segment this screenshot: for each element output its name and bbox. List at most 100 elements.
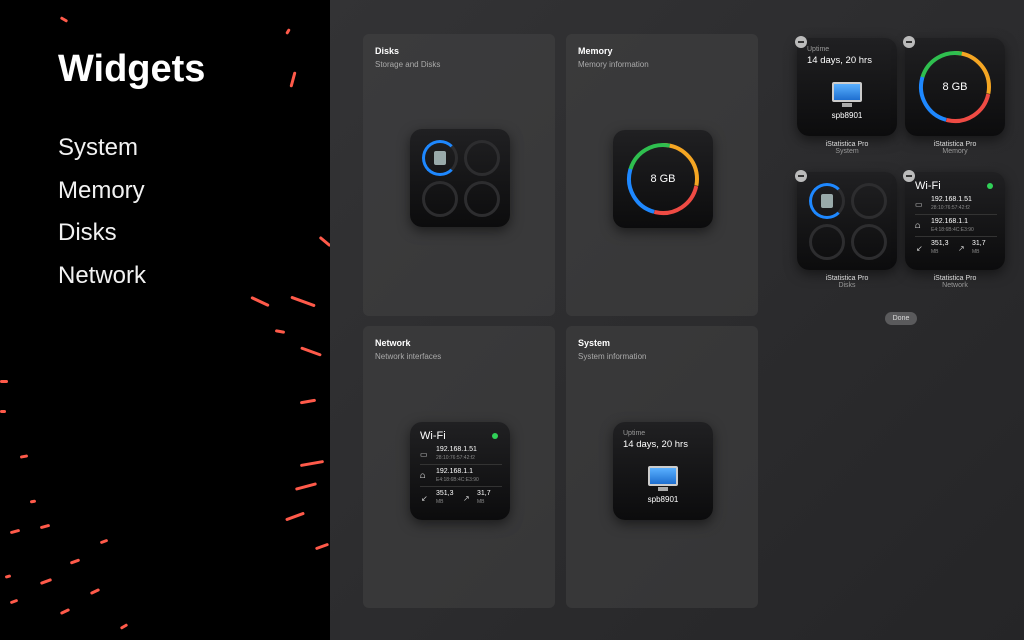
memory-value: 8 GB: [942, 81, 968, 93]
card-subtitle: Storage and Disks: [375, 60, 441, 69]
sidebar-item-network[interactable]: Network: [58, 262, 146, 290]
placed-system-widget[interactable]: Uptime 14 days, 20 hrs spb8901: [797, 38, 897, 136]
imac-icon: [648, 466, 678, 486]
card-title: Network: [375, 338, 411, 348]
wifi-name: Wi-Fi: [915, 180, 941, 192]
decorative-streak: [294, 482, 318, 491]
placed-label: iStatistica Pro Memory: [933, 141, 977, 155]
decorative-streak: [119, 623, 129, 630]
placed-label: iStatistica Pro System: [825, 141, 869, 155]
status-dot-icon: [492, 433, 498, 439]
card-subtitle: Memory information: [578, 60, 649, 69]
sidebar: Widgets System Memory Disks Network: [0, 0, 330, 640]
disks-widget[interactable]: [410, 129, 510, 227]
done-button[interactable]: Done: [885, 312, 917, 325]
upload-value: 31,7: [972, 240, 986, 247]
decorative-streak: [9, 598, 19, 605]
widget-gallery: Disks Storage and Disks Memory Memory in…: [330, 0, 1024, 640]
decorative-streak: [285, 28, 291, 35]
disk-ring-empty: [809, 224, 845, 260]
remove-disks-button[interactable]: [795, 170, 807, 182]
disk-ring-empty: [851, 183, 887, 219]
router-ip: 192.168.1.1: [931, 218, 968, 225]
status-dot-icon: [987, 183, 993, 189]
decorative-streak: [299, 459, 325, 468]
card-title: System: [578, 338, 611, 348]
disk-ring-empty: [422, 181, 458, 217]
uptime-label: Uptime: [807, 46, 830, 53]
network-card[interactable]: Network Network interfaces Wi-Fi ▭ 192.1…: [363, 326, 555, 608]
disk-icon: [434, 151, 446, 165]
card-title: Disks: [375, 46, 400, 56]
decorative-streak: [59, 16, 69, 23]
decorative-streak: [274, 329, 286, 334]
remove-system-button[interactable]: [795, 36, 807, 48]
decorative-streak: [290, 295, 316, 308]
disks-card[interactable]: Disks Storage and Disks: [363, 34, 555, 316]
ip-address: 192.168.1.51: [436, 446, 477, 453]
disk-icon: [821, 194, 833, 208]
decorative-streak: [9, 528, 21, 535]
upload-unit: MB: [972, 249, 980, 255]
download-unit: MB: [436, 499, 444, 505]
placed-label: iStatistica Pro Network: [933, 275, 977, 289]
system-card[interactable]: System System information Uptime 14 days…: [566, 326, 758, 608]
hostname: spb8901: [831, 111, 863, 120]
system-widget[interactable]: Uptime 14 days, 20 hrs spb8901: [613, 422, 713, 520]
sidebar-item-memory[interactable]: Memory: [58, 177, 145, 205]
mac-address: 28:10:76:57:42:f2: [436, 455, 475, 461]
decorative-streak: [0, 380, 8, 383]
router-mac: E4:18:6B:4C:E3:90: [931, 227, 974, 233]
router-icon: ⩍: [420, 471, 426, 480]
memory-widget[interactable]: 8 GB: [613, 130, 713, 228]
router-mac: E4:18:6B:4C:E3:90: [436, 477, 479, 483]
upload-icon: ↗: [463, 494, 470, 503]
decorative-streak: [39, 578, 53, 585]
imac-icon: [832, 82, 862, 102]
decorative-streak: [4, 574, 12, 579]
download-unit: MB: [931, 249, 939, 255]
decorative-streak: [314, 542, 330, 551]
decorative-streak: [300, 346, 322, 357]
decorative-streak: [299, 398, 317, 405]
wifi-name: Wi-Fi: [420, 430, 446, 442]
uptime-value: 14 days, 20 hrs: [623, 439, 688, 450]
sidebar-item-system[interactable]: System: [58, 134, 138, 162]
placed-memory-widget[interactable]: 8 GB: [905, 38, 1005, 136]
upload-icon: ↗: [958, 244, 965, 253]
disk-ring-empty: [464, 140, 500, 176]
memory-card[interactable]: Memory Memory information 8 GB: [566, 34, 758, 316]
decorative-streak: [0, 410, 6, 413]
router-icon: ⩍: [915, 221, 921, 230]
laptop-icon: ▭: [915, 200, 923, 209]
disk-ring-empty: [851, 224, 887, 260]
decorative-streak: [39, 523, 51, 530]
placed-network-widget[interactable]: Wi-Fi ▭ 192.168.1.51 28:10:76:57:42:f2 ⩍…: [905, 172, 1005, 270]
page-title: Widgets: [58, 48, 206, 90]
decorative-streak: [289, 71, 297, 88]
uptime-label: Uptime: [623, 430, 646, 437]
laptop-icon: ▭: [420, 450, 428, 459]
download-value: 351,3: [931, 240, 949, 247]
download-icon: ↙: [421, 494, 428, 503]
decorative-streak: [318, 235, 330, 248]
decorative-streak: [59, 608, 71, 615]
decorative-streak: [99, 538, 109, 545]
router-ip: 192.168.1.1: [436, 468, 473, 475]
uptime-value: 14 days, 20 hrs: [807, 55, 872, 66]
decorative-streak: [19, 454, 29, 459]
upload-unit: MB: [477, 499, 485, 505]
hostname: spb8901: [647, 495, 679, 504]
placed-disks-widget[interactable]: [797, 172, 897, 270]
card-title: Memory: [578, 46, 613, 56]
sidebar-item-disks[interactable]: Disks: [58, 219, 117, 247]
decorative-streak: [285, 511, 305, 522]
remove-memory-button[interactable]: [903, 36, 915, 48]
network-widget[interactable]: Wi-Fi ▭ 192.168.1.51 28:10:76:57:42:f2 ⩍…: [410, 422, 510, 520]
remove-network-button[interactable]: [903, 170, 915, 182]
ip-address: 192.168.1.51: [931, 196, 972, 203]
disk-ring-empty: [464, 181, 500, 217]
card-subtitle: Network interfaces: [375, 352, 442, 361]
decorative-streak: [29, 499, 37, 504]
decorative-streak: [89, 588, 101, 595]
